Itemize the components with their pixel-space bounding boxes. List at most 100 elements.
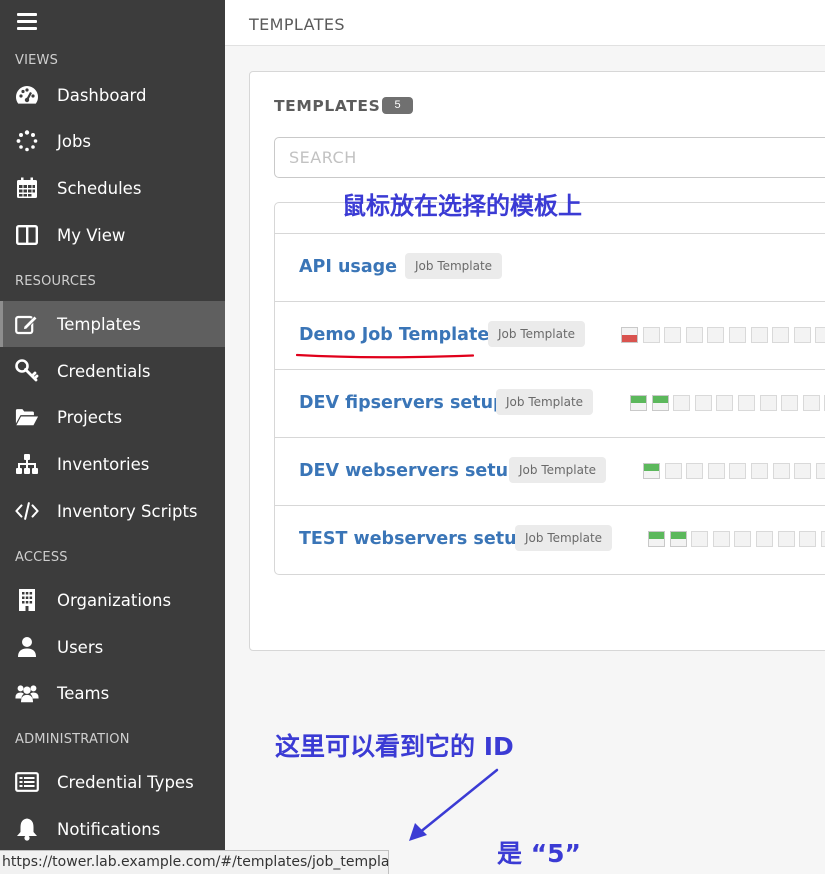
job-status-none[interactable]	[793, 327, 811, 343]
folder-open-icon	[15, 405, 39, 429]
users-icon	[15, 681, 39, 705]
code-icon	[15, 499, 39, 523]
job-status-none[interactable]	[664, 463, 682, 479]
breadcrumb[interactable]: TEMPLATES	[249, 15, 345, 34]
sidebar-item-my-view[interactable]: My View	[0, 212, 225, 258]
sidebar-item-inventory-scripts[interactable]: Inventory Scripts	[0, 488, 225, 534]
template-row-dev-webservers-setup: DEV webservers setup Job Template	[275, 437, 825, 505]
template-row-api-usage: API usage Job Template	[275, 233, 825, 301]
sidebar-item-dashboard[interactable]: Dashboard	[0, 72, 225, 118]
user-icon	[15, 635, 39, 659]
job-status-none[interactable]	[799, 531, 817, 547]
job-status-none[interactable]	[802, 395, 820, 411]
template-type-badge: Job Template	[515, 525, 613, 551]
sitemap-icon	[15, 452, 39, 476]
job-status-none[interactable]	[820, 531, 825, 547]
sidebar-item-credential-types[interactable]: Credential Types	[0, 759, 225, 805]
annotation-id-value: 是 “5”	[497, 839, 581, 868]
job-status-none[interactable]	[759, 395, 777, 411]
sidebar-item-notifications[interactable]: Notifications	[0, 806, 225, 852]
sidebar-item-label: My View	[57, 225, 126, 245]
job-status-none[interactable]	[673, 395, 691, 411]
edit-icon	[15, 312, 39, 336]
sidebar-item-organizations[interactable]: Organizations	[0, 577, 225, 623]
job-status-success[interactable]	[651, 395, 669, 411]
template-name-link[interactable]: DEV webservers setup	[299, 461, 521, 481]
list-alt-icon	[15, 770, 39, 794]
arrow-icon	[409, 768, 499, 841]
panel-title: TEMPLATES	[274, 97, 381, 115]
sidebar-item-label: Users	[57, 637, 104, 657]
template-name-link[interactable]: API usage	[299, 257, 397, 277]
job-status-none[interactable]	[686, 463, 704, 479]
job-status-none[interactable]	[728, 327, 746, 343]
sidebar-item-templates[interactable]: Templates	[0, 301, 225, 347]
job-status-none[interactable]	[707, 327, 725, 343]
job-status-none[interactable]	[750, 327, 768, 343]
sidebar-item-credentials[interactable]: Credentials	[0, 348, 225, 394]
job-status-success[interactable]	[669, 531, 687, 547]
bell-icon	[15, 817, 39, 841]
sidebar-item-teams[interactable]: Teams	[0, 670, 225, 716]
templates-panel: TEMPLATES 5 API usage Job Template Demo …	[249, 71, 825, 651]
sidebar-item-label: Schedules	[57, 178, 142, 198]
status-bar-url: https://tower.lab.example.com/#/template…	[0, 850, 389, 874]
sidebar-item-label: Notifications	[57, 819, 161, 839]
job-status-none[interactable]	[772, 463, 790, 479]
job-status-none[interactable]	[729, 463, 747, 479]
job-sparkline	[643, 463, 825, 479]
template-type-badge: Job Template	[405, 253, 503, 279]
sidebar-item-projects[interactable]: Projects	[0, 394, 225, 440]
job-status-success[interactable]	[643, 463, 660, 479]
job-status-none[interactable]	[772, 327, 790, 343]
job-status-failed[interactable]	[621, 327, 638, 343]
job-status-none[interactable]	[794, 463, 812, 479]
annotation-id-hint: 这里可以看到它的 ID	[275, 732, 514, 761]
sidebar-item-users[interactable]: Users	[0, 624, 225, 670]
sidebar-item-jobs[interactable]: Jobs	[0, 118, 225, 164]
job-status-success[interactable]	[630, 395, 647, 411]
job-status-none[interactable]	[664, 327, 682, 343]
job-status-none[interactable]	[781, 395, 799, 411]
job-status-none[interactable]	[712, 531, 730, 547]
job-sparkline	[648, 531, 825, 547]
job-status-none[interactable]	[691, 531, 709, 547]
annotation-hover-hint: 鼠标放在选择的模板上	[342, 192, 582, 220]
search-input[interactable]	[274, 137, 825, 178]
columns-icon	[15, 223, 39, 247]
job-sparkline	[630, 395, 825, 411]
templates-list: API usage Job Template Demo Job Template…	[274, 202, 825, 575]
job-status-none[interactable]	[694, 395, 712, 411]
key-icon	[15, 359, 39, 383]
sidebar: VIEWS Dashboard Jobs Schedules My View R…	[0, 0, 225, 874]
job-status-none[interactable]	[737, 395, 755, 411]
template-name-link[interactable]: DEV fipservers setup	[299, 393, 506, 413]
top-bar: TEMPLATES	[225, 0, 825, 46]
sidebar-item-schedules[interactable]: Schedules	[0, 165, 225, 211]
template-type-badge: Job Template	[488, 321, 586, 347]
template-row-test-webservers-setup: TEST webservers setup Job Template	[275, 505, 825, 573]
job-status-none[interactable]	[734, 531, 752, 547]
sidebar-item-label: Credentials	[57, 361, 151, 381]
red-underline-annotation	[296, 353, 474, 359]
job-status-none[interactable]	[815, 327, 825, 343]
job-status-none[interactable]	[707, 463, 725, 479]
job-status-none[interactable]	[815, 463, 825, 479]
template-type-badge: Job Template	[509, 457, 607, 483]
sidebar-item-label: Templates	[57, 314, 141, 334]
count-badge: 5	[382, 97, 413, 114]
section-access: ACCESS	[15, 550, 68, 565]
job-status-success[interactable]	[648, 531, 665, 547]
job-status-none[interactable]	[642, 327, 660, 343]
job-status-none[interactable]	[750, 463, 768, 479]
job-status-none[interactable]	[777, 531, 795, 547]
menu-toggle-icon[interactable]	[17, 13, 37, 30]
job-status-none[interactable]	[685, 327, 703, 343]
job-status-none[interactable]	[716, 395, 734, 411]
sidebar-item-inventories[interactable]: Inventories	[0, 441, 225, 487]
template-name-link[interactable]: Demo Job Template	[299, 325, 489, 345]
calendar-icon	[15, 176, 39, 200]
job-status-none[interactable]	[755, 531, 773, 547]
sidebar-item-label: Jobs	[57, 131, 92, 151]
template-name-link[interactable]: TEST webservers setup	[299, 529, 529, 549]
